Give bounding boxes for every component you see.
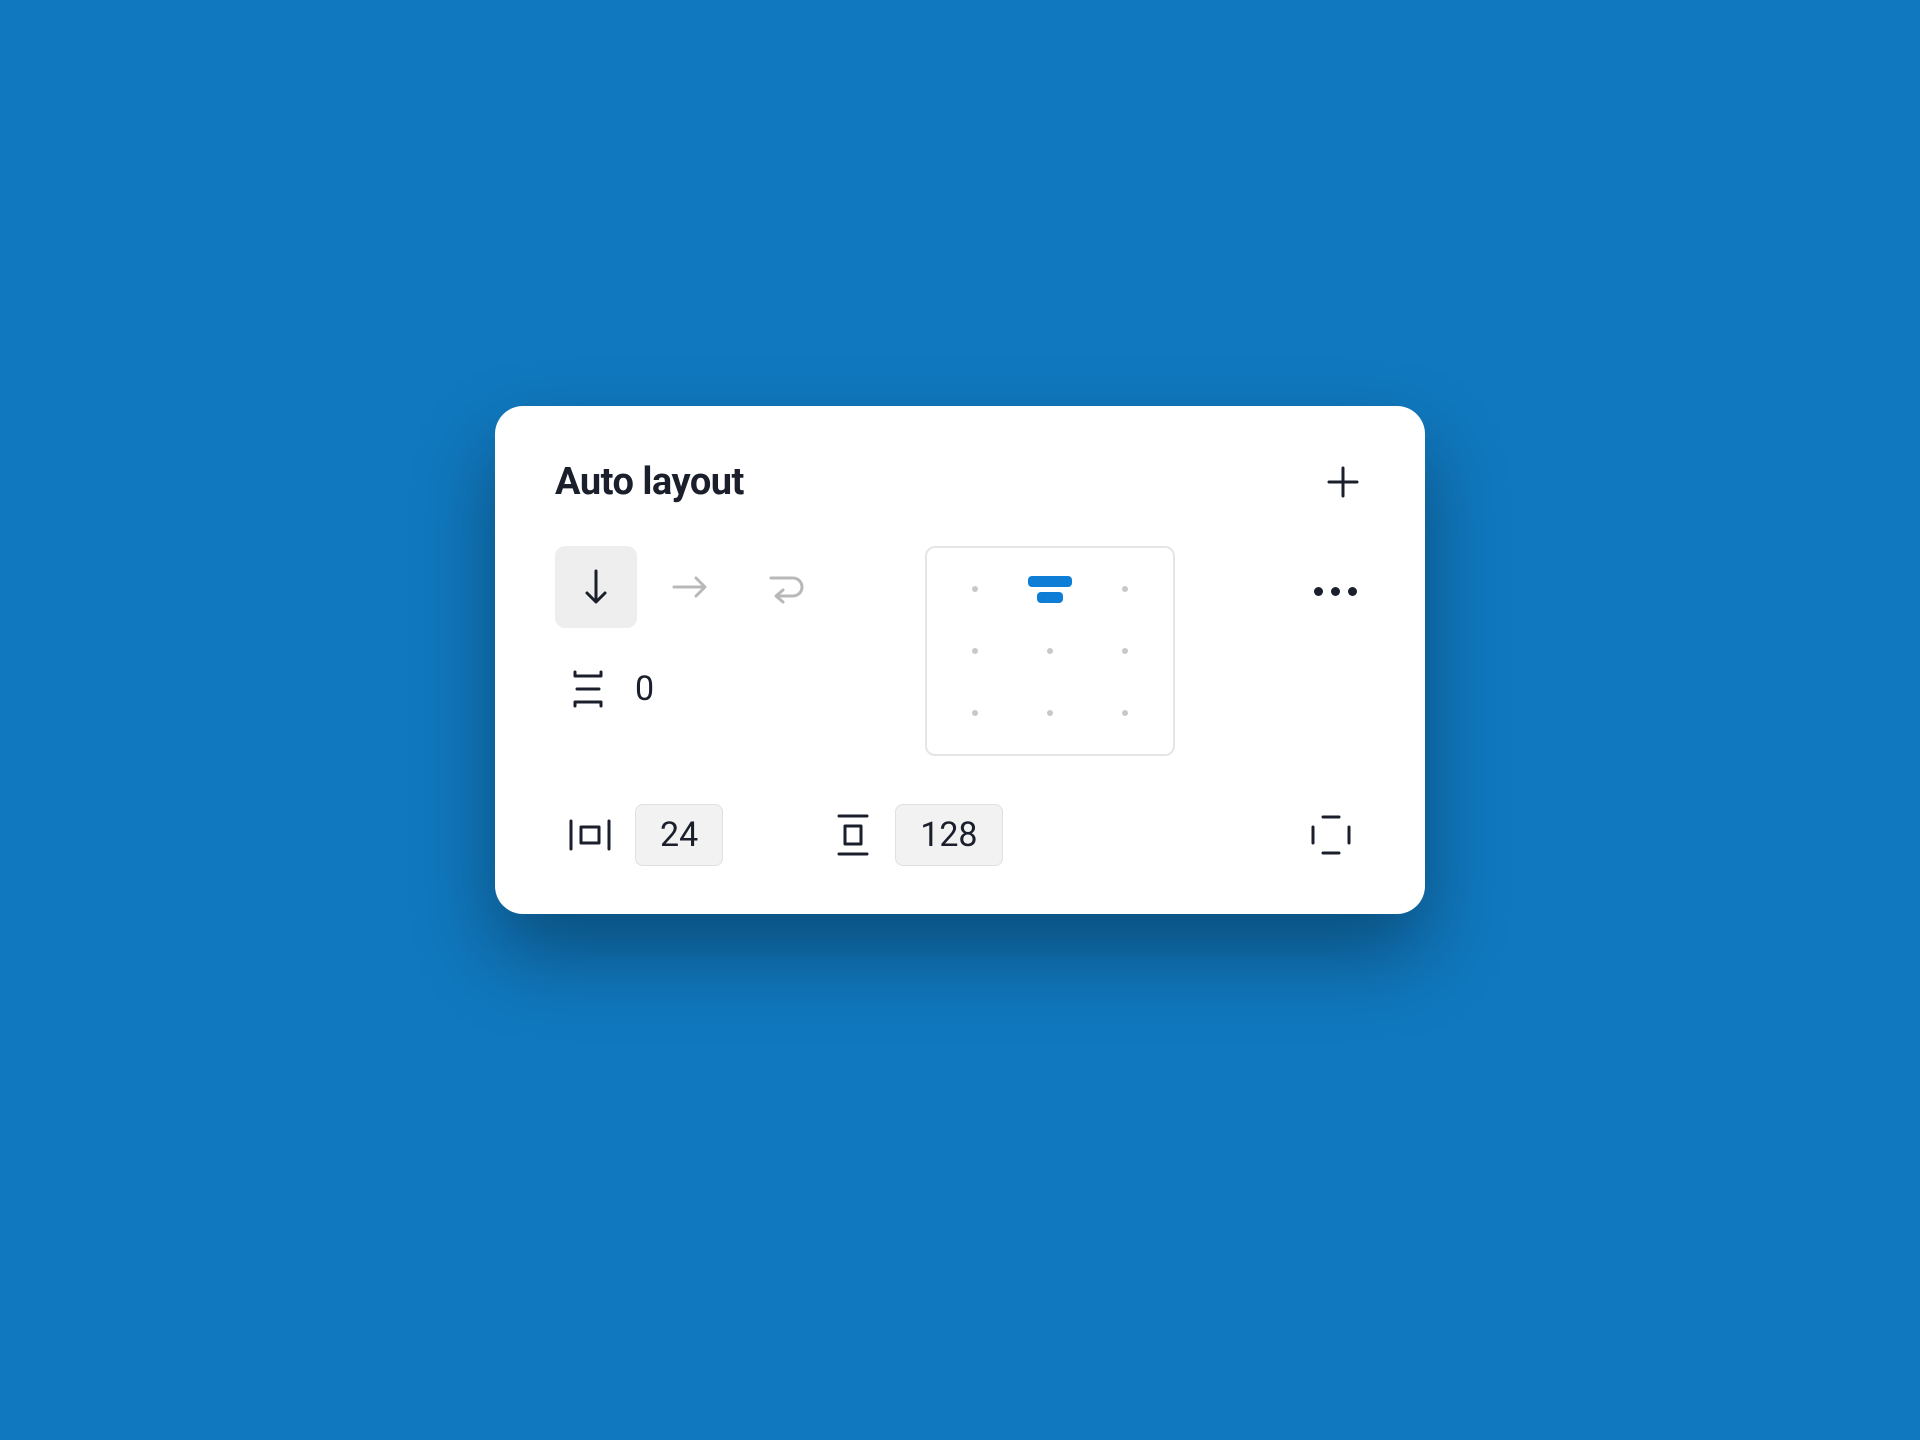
main-controls-row: 0 xyxy=(555,546,1365,756)
alignment-dot xyxy=(1122,586,1128,592)
plus-icon xyxy=(1325,464,1361,500)
vertical-padding-icon xyxy=(833,812,873,858)
panel-header: Auto layout xyxy=(555,460,1365,504)
alignment-dot xyxy=(972,710,978,716)
horizontal-padding-input[interactable]: 24 xyxy=(635,804,723,866)
alignment-active-indicator xyxy=(1028,576,1072,603)
horizontal-padding-group: 24 xyxy=(567,804,723,866)
more-options-icon xyxy=(1314,587,1323,596)
more-options-icon xyxy=(1331,587,1340,596)
alignment-dot xyxy=(1122,710,1128,716)
left-column: 0 xyxy=(555,546,915,710)
arrow-down-icon xyxy=(579,567,613,607)
alignment-dot xyxy=(972,586,978,592)
gap-spacing-icon xyxy=(567,668,609,710)
alignment-dot xyxy=(1047,648,1053,654)
panel-title: Auto layout xyxy=(555,460,744,504)
direction-horizontal-button[interactable] xyxy=(649,546,731,628)
direction-vertical-button[interactable] xyxy=(555,546,637,628)
individual-padding-icon xyxy=(1307,811,1355,859)
padding-row: 24 128 xyxy=(555,804,1365,866)
vertical-padding-group: 128 xyxy=(833,804,1002,866)
horizontal-padding-icon-wrap xyxy=(567,815,613,855)
horizontal-padding-icon xyxy=(567,815,613,855)
individual-padding-button[interactable] xyxy=(1307,811,1355,859)
alignment-dot xyxy=(1122,648,1128,654)
alignment-dot xyxy=(1047,710,1053,716)
gap-row: 0 xyxy=(555,668,915,710)
direction-buttons xyxy=(555,546,915,628)
gap-value-input[interactable]: 0 xyxy=(635,669,654,709)
add-auto-layout-button[interactable] xyxy=(1321,460,1365,504)
vertical-padding-icon-wrap xyxy=(833,812,873,858)
direction-wrap-button[interactable] xyxy=(743,546,825,628)
auto-layout-panel: Auto layout xyxy=(495,406,1425,914)
arrow-right-icon xyxy=(670,570,710,604)
alignment-dot xyxy=(972,648,978,654)
more-options-icon xyxy=(1348,587,1357,596)
alignment-grid[interactable] xyxy=(925,546,1175,756)
vertical-padding-input[interactable]: 128 xyxy=(895,804,1002,866)
wrap-icon xyxy=(763,568,805,606)
gap-icon-wrap xyxy=(567,668,609,710)
more-options-button[interactable] xyxy=(1305,566,1365,616)
